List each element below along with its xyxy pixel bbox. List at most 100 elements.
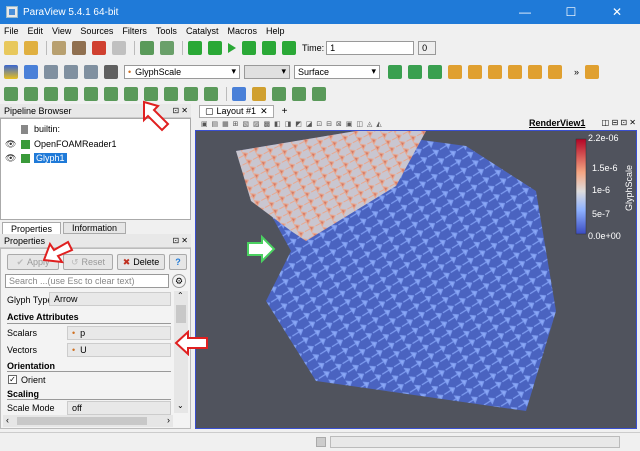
extract-subset-filter-icon[interactable] [104,87,118,101]
last-frame-icon[interactable] [262,41,276,55]
previous-frame-icon[interactable] [208,41,222,55]
glyph-filter-icon[interactable] [124,87,138,101]
loop-icon[interactable] [282,41,296,55]
redo-icon[interactable] [112,41,126,55]
pick-center-icon[interactable] [428,65,442,79]
tab-information[interactable]: Information [63,222,127,234]
view-minus-x-icon[interactable] [468,65,482,79]
search-input[interactable]: Search ...(use Esc to clear text) [5,274,169,288]
view-plus-x-icon[interactable] [448,65,462,79]
extract-level-filter-icon[interactable] [204,87,218,101]
rescale-range-icon[interactable] [44,65,58,79]
orient-checkbox[interactable]: ✓ [8,375,17,384]
view-minus-z-icon[interactable] [548,65,562,79]
tab-layout-1[interactable]: ▢ Layout #1 ✕ [199,104,274,118]
scale-mode-select[interactable]: off [67,401,171,415]
view-plus-y-icon[interactable] [488,65,502,79]
minimize-button[interactable]: — [502,0,548,24]
window-title: ParaView 5.4.1 64-bit [23,6,119,18]
center-axes-icon[interactable] [408,65,422,79]
close-tab-icon[interactable]: ✕ [260,106,268,117]
rescale-temporal-icon[interactable] [104,65,118,79]
pipeline-item-openfoamreader1[interactable]: OpenFOAMReader1 [21,138,117,150]
more-chevron-icon[interactable]: » [574,67,579,77]
menu-filters[interactable]: Filters [122,26,147,36]
add-tab-button[interactable]: + [282,106,288,117]
component-select[interactable] [244,65,290,79]
horizontal-scrollbar[interactable]: ‹ › [3,415,173,427]
visibility-eye-icon[interactable]: 👁 [5,139,16,150]
vectors-label: Vectors [7,345,38,355]
clip-filter-icon[interactable] [44,87,58,101]
connect-icon[interactable] [52,41,66,55]
color-legend-title: GlyphScale [624,165,634,211]
view-plus-z-icon[interactable] [528,65,542,79]
menu-view[interactable]: View [52,26,71,36]
toggle-axes-icon[interactable] [388,65,402,79]
animation-icon[interactable] [252,87,266,101]
color-legend-icon[interactable] [24,65,38,79]
menu-edit[interactable]: Edit [28,26,44,36]
menu-sources[interactable]: Sources [80,26,113,36]
menu-file[interactable]: File [4,26,19,36]
scalars-select[interactable]: • p [67,326,171,340]
menu-macros[interactable]: Macros [227,26,257,36]
rotate-icon[interactable] [585,65,600,79]
scroll-down-icon[interactable]: ⌄ [177,401,184,410]
help-button[interactable]: ? [169,254,187,270]
memory-icon [316,437,326,447]
menu-help[interactable]: Help [266,26,285,36]
view-split-close-icons[interactable]: ◫ ⊟ ⊡ ✕ [602,118,636,127]
representation-select[interactable]: Surface [294,65,380,79]
camera-undo-icon[interactable] [160,41,174,55]
scroll-thumb[interactable] [176,305,186,323]
panel-float-close-icon[interactable]: ⊡ ✕ [172,236,188,245]
threshold-filter-icon[interactable] [84,87,98,101]
color-by-select[interactable]: • GlyphScale [124,65,240,79]
group-datasets-filter-icon[interactable] [184,87,198,101]
rescale-visible-icon[interactable] [84,65,98,79]
next-frame-icon[interactable] [242,41,256,55]
undo-icon[interactable] [92,41,106,55]
glyph-type-select[interactable]: Arrow [49,292,171,306]
reset-camera-icon[interactable] [140,41,154,55]
settings-icon[interactable] [312,87,326,101]
layout-tabbar: ▢ Layout #1 ✕ + [195,104,640,118]
pipeline-item-builtin[interactable]: builtin: [21,123,60,135]
menu-tools[interactable]: Tools [156,26,177,36]
rescale-custom-icon[interactable] [64,65,78,79]
green-annotation-arrow-icon [247,234,276,264]
color-legend-label: 2.2e-06 [588,133,619,143]
query-icon[interactable] [232,87,246,101]
first-frame-icon[interactable] [188,41,202,55]
calculator-filter-icon[interactable] [4,87,18,101]
close-button[interactable]: ✕ [594,0,640,24]
open-folder-icon[interactable] [24,41,38,55]
scroll-right-icon[interactable]: › [167,415,170,425]
maximize-button[interactable]: ☐ [548,0,594,24]
visibility-eye-icon[interactable]: 👁 [5,153,16,164]
render-view[interactable]: 2.2e-06 1.5e-6 1e-6 5e-7 0.0e+00 GlyphSc… [195,130,637,429]
pipeline-item-glyph1[interactable]: Glyph1 [21,152,67,164]
open-file-icon[interactable] [4,41,18,55]
menu-catalyst[interactable]: Catalyst [186,26,219,36]
time-input[interactable]: 1 [326,41,415,55]
advanced-gear-icon[interactable]: ⚙ [172,274,186,288]
python-shell-icon[interactable] [272,87,286,101]
panel-float-close-icon[interactable]: ⊡ ✕ [172,106,188,115]
vectors-select[interactable]: • U [67,343,171,357]
contour-filter-icon[interactable] [24,87,38,101]
scroll-up-icon[interactable]: ⌃ [177,291,184,300]
play-icon[interactable] [228,43,236,53]
tab-properties[interactable]: Properties [2,222,62,234]
color-map-editor-icon[interactable] [4,65,18,79]
macro-icon[interactable] [292,87,306,101]
slice-filter-icon[interactable] [64,87,78,101]
view-tools-icons[interactable]: ▣ ▤ ▦ ⊞ ▧ ▨ ▩ ◧ ◨ ◩ ◪ ⊡ ⊟ ⊠ ▣ ◫ ◬ ◭ [201,120,383,128]
view-minus-y-icon[interactable] [508,65,522,79]
delete-button[interactable]: ✖ Delete [117,254,165,270]
time-index-spinbox[interactable]: 0 [418,41,437,55]
scroll-thumb[interactable] [17,417,147,425]
scroll-left-icon[interactable]: ‹ [6,415,9,425]
disconnect-icon[interactable] [72,41,86,55]
